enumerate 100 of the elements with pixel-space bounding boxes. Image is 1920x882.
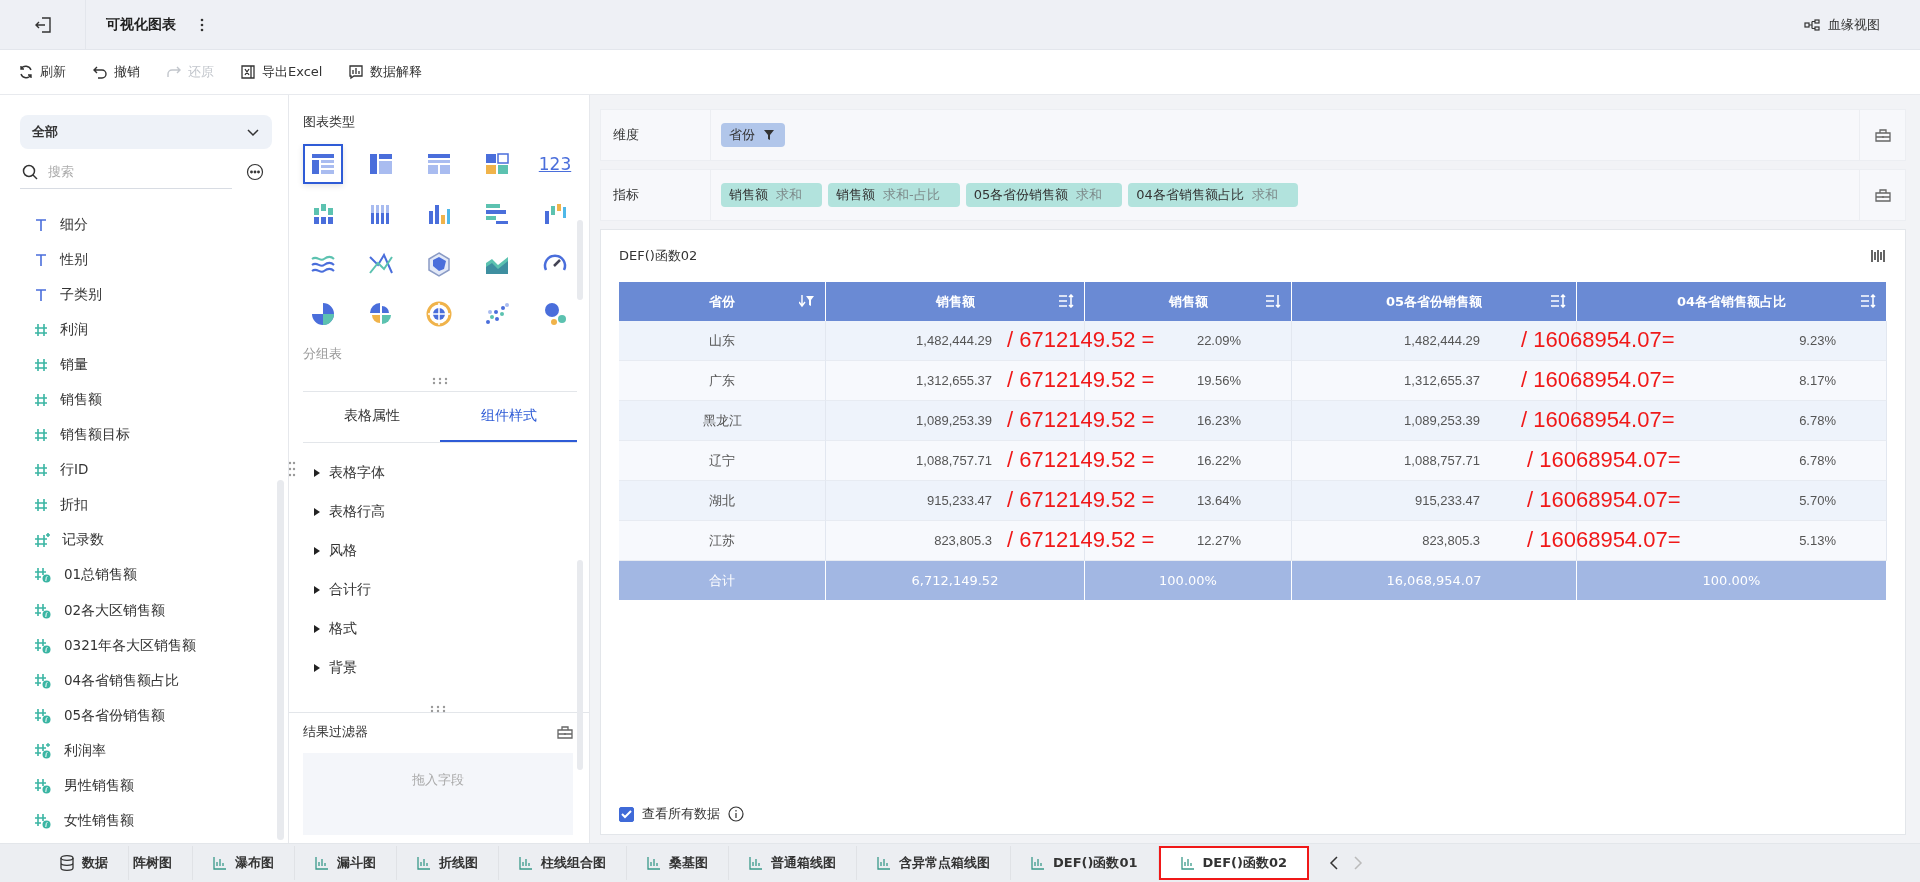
calculated-field-icon — [34, 813, 52, 830]
collapsed-section[interactable]: 格式 — [313, 609, 589, 648]
collapsed-section[interactable]: 表格字体 — [313, 453, 589, 492]
toolbox-icon[interactable] — [557, 725, 573, 739]
table-cell: 1,088,757.71 — [916, 453, 992, 468]
collapsed-section[interactable]: 表格行高 — [313, 492, 589, 531]
previous-icon[interactable] — [1329, 856, 1340, 870]
field-item[interactable]: 利润 — [60, 320, 88, 339]
toolbar-button[interactable]: 撤销 — [90, 61, 142, 83]
table-cell: 1,482,444.29 — [1404, 333, 1480, 348]
panel-tab[interactable]: 表格属性 — [303, 392, 440, 442]
sheet-tab[interactable]: 桑基图 — [627, 846, 729, 880]
toolbar-button[interactable]: 数据解释 — [346, 61, 425, 83]
sheet-tab[interactable]: DEF()函数01 — [1011, 846, 1159, 880]
field-item[interactable]: 男性销售额 — [64, 777, 134, 796]
cross-table-icon — [368, 151, 394, 177]
field-item[interactable]: 利润率 — [64, 741, 106, 760]
scope-dropdown[interactable]: 全部 — [20, 115, 272, 149]
toolbox-icon[interactable] — [1874, 128, 1891, 142]
number-type-icon — [34, 428, 48, 443]
field-item[interactable]: 05各省份销售额 — [64, 706, 166, 725]
table-cell: 16.22% — [1196, 453, 1241, 468]
field-item[interactable]: 销量 — [60, 355, 88, 374]
total-cell: 100.00% — [1085, 561, 1292, 600]
field-item[interactable]: 销售额 — [60, 391, 102, 409]
field-item[interactable]: 性别 — [60, 250, 88, 269]
sort-icon[interactable] — [1058, 294, 1074, 308]
field-chip[interactable]: 04各省销售额占比 求和 — [1128, 183, 1298, 207]
info-icon[interactable] — [728, 806, 744, 822]
horizontal-bar-icon — [484, 201, 510, 227]
field-chip[interactable]: 省份 — [721, 123, 785, 147]
table-cell: 13.64% — [1196, 493, 1241, 508]
more-options-icon[interactable] — [246, 163, 264, 181]
field-chip[interactable]: 销售额 求和-占比 — [828, 183, 960, 207]
table-cell: 辽宁 — [709, 451, 735, 470]
sheet-tab[interactable]: 含异常点箱线图 — [857, 846, 1011, 880]
field-item[interactable]: 子类别 — [60, 285, 102, 304]
resize-handle[interactable] — [288, 460, 296, 478]
calculated-field-icon — [34, 778, 52, 795]
collapsed-section[interactable]: 背景 — [313, 648, 589, 687]
bar-chart-icon — [519, 856, 533, 870]
annotation-text: / 6712149.52 = — [1007, 447, 1155, 473]
checkbox[interactable] — [619, 806, 634, 822]
field-item[interactable]: 0321年各大区销售额 — [64, 636, 197, 655]
triangle-right-icon — [313, 506, 321, 517]
sort-icon[interactable] — [1860, 294, 1876, 308]
collapsed-section[interactable]: 合计行 — [313, 570, 589, 609]
chart-type-button[interactable] — [303, 144, 343, 184]
field-item[interactable]: 销售额目标 — [60, 426, 130, 445]
sort-descending-icon[interactable] — [1265, 294, 1281, 308]
exit-icon[interactable] — [33, 15, 52, 34]
field-chip[interactable]: 05各省份销售额 求和 — [965, 183, 1123, 207]
table-cell: 6.78% — [1799, 413, 1836, 428]
field-item[interactable]: 02各大区销售额 — [64, 601, 166, 620]
bar-chart-icon — [213, 856, 227, 870]
total-cell: 16,068,954.07 — [1292, 561, 1577, 600]
field-item[interactable]: 折扣 — [60, 496, 88, 515]
sheet-tab[interactable]: 数据 — [40, 846, 129, 880]
annotation-text: / 16068954.07= — [1521, 327, 1675, 353]
pie-chart-icon — [310, 301, 336, 327]
field-item[interactable]: 细分 — [60, 215, 88, 234]
bar-chart-icon — [315, 856, 329, 870]
sort-filter-icon[interactable] — [799, 294, 815, 308]
field-item[interactable]: 01总销售额 — [64, 566, 138, 585]
shelf-label: 维度 — [601, 110, 711, 160]
table-cell: 广东 — [709, 371, 735, 390]
number-type-icon — [34, 357, 48, 372]
scatter-plot-icon — [484, 301, 510, 327]
toolbox-icon[interactable] — [1874, 188, 1891, 202]
bubble-chart-icon — [542, 301, 568, 327]
refresh-icon — [18, 64, 34, 80]
table-cell: 22.09% — [1196, 333, 1241, 348]
scrollbar[interactable] — [577, 560, 583, 770]
filter-icon — [763, 129, 775, 141]
toolbar-button[interactable]: 导出Excel — [238, 61, 325, 83]
sheet-tab[interactable]: 瀑布图 — [193, 846, 295, 880]
field-item[interactable]: 记录数 — [62, 531, 104, 550]
field-item[interactable]: 女性销售额 — [64, 812, 134, 831]
sheet-tab[interactable]: 阵树图 — [129, 846, 193, 880]
more-icon[interactable] — [200, 17, 204, 32]
table-cell: 1,482,444.29 — [916, 333, 992, 348]
field-item[interactable]: 04各省销售额占比 — [64, 671, 180, 690]
sheet-tab[interactable]: DEF()函数02 — [1158, 846, 1310, 880]
bar-chart-icon — [877, 856, 891, 870]
table-cell: 黑龙江 — [702, 411, 742, 430]
resize-handle[interactable] — [431, 377, 449, 385]
panel-tab[interactable]: 组件样式 — [440, 392, 577, 442]
search-input[interactable]: 搜索 — [46, 163, 206, 180]
sheet-tab[interactable]: 普通箱线图 — [729, 846, 857, 880]
resize-handle[interactable] — [429, 705, 447, 713]
collapsed-section[interactable]: 风格 — [313, 531, 589, 570]
sheet-tab[interactable]: 折线图 — [397, 846, 499, 880]
barcode-icon[interactable] — [1871, 249, 1887, 263]
lineage-view-link[interactable]: 血缘视图 — [1804, 15, 1880, 34]
sort-icon[interactable] — [1550, 294, 1566, 308]
sheet-tab[interactable]: 柱线组合图 — [499, 846, 627, 880]
field-chip[interactable]: 销售额 求和 — [721, 183, 822, 207]
sheet-tab[interactable]: 漏斗图 — [295, 846, 397, 880]
field-item[interactable]: 行ID — [60, 461, 89, 480]
toolbar-button[interactable]: 刷新 — [16, 61, 68, 83]
